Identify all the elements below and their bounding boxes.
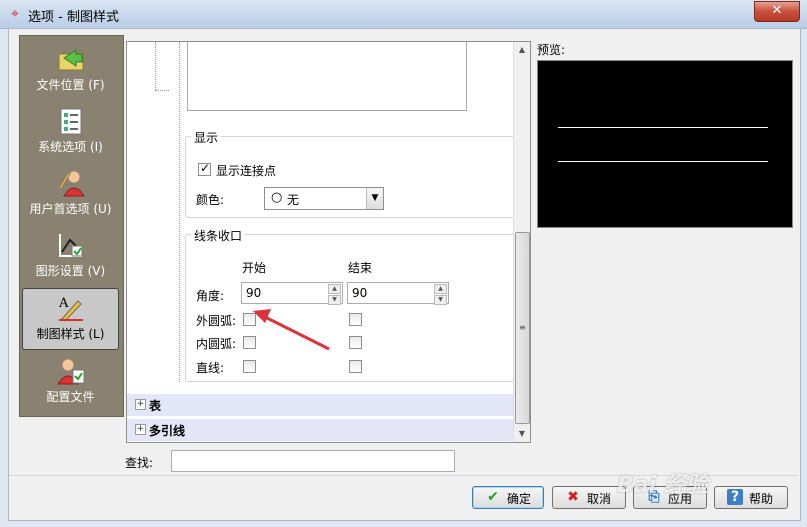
ok-button[interactable]: ✔ 确定 bbox=[472, 486, 544, 509]
folder-arrow-icon bbox=[58, 49, 83, 71]
tree-item-table[interactable]: + 表 bbox=[127, 394, 513, 416]
column-start-label: 开始 bbox=[242, 261, 267, 275]
spin-up-icon[interactable]: ▲ bbox=[328, 284, 341, 294]
ok-label: 确定 bbox=[507, 492, 532, 506]
help-icon: ? bbox=[727, 489, 743, 505]
checklist-icon bbox=[60, 108, 81, 135]
text-area[interactable] bbox=[187, 42, 467, 111]
color-value: 无 bbox=[287, 193, 300, 207]
group-title: 显示 bbox=[191, 129, 222, 146]
watermark: Bai 经验 bbox=[617, 473, 708, 498]
expand-icon[interactable]: + bbox=[135, 399, 146, 410]
sidebar-item-label: 制图样式 (L) bbox=[36, 327, 105, 341]
check-icon: ✔ bbox=[487, 489, 499, 505]
spin-down-icon[interactable]: ▼ bbox=[328, 295, 341, 305]
scroll-thumb[interactable]: ≡ bbox=[515, 232, 530, 424]
angle-end-stepper[interactable]: 90 ▲ ▼ bbox=[347, 282, 449, 305]
close-icon: ✖ bbox=[567, 489, 579, 505]
expand-icon[interactable]: + bbox=[135, 424, 146, 435]
sidebar-item-file-locations[interactable]: 文件位置 (F) bbox=[22, 40, 119, 100]
preview-canvas bbox=[537, 60, 793, 228]
color-circle-icon: ○ bbox=[271, 190, 283, 205]
inner-arc-start-checkbox[interactable] bbox=[243, 336, 256, 349]
color-select[interactable]: ○ 无 ▼ bbox=[264, 187, 384, 210]
sidebar-item-label: 用户首选项 (U) bbox=[29, 202, 112, 216]
grip-icon: ≡ bbox=[519, 323, 526, 332]
inner-arc-label: 内圆弧: bbox=[196, 337, 237, 351]
dialog-body: 文件位置 (F) 系统选项 (I) 用户首选项 (U) 图形设置 (V) A 制… bbox=[8, 28, 801, 521]
user-preferences-icon bbox=[57, 170, 85, 197]
preview-line bbox=[558, 127, 768, 128]
profile-icon bbox=[56, 358, 84, 385]
outer-arc-start-checkbox[interactable] bbox=[243, 313, 256, 326]
search-label: 查找: bbox=[125, 456, 154, 470]
scroll-up-icon[interactable]: ▲ bbox=[514, 42, 530, 58]
column-end-label: 结束 bbox=[348, 261, 373, 275]
tree-line bbox=[179, 42, 180, 382]
close-button[interactable]: ✕ bbox=[754, 1, 800, 22]
outer-arc-label: 外圆弧: bbox=[196, 314, 237, 328]
sidebar-item-graphics-settings[interactable]: 图形设置 (V) bbox=[22, 226, 119, 286]
preview-line bbox=[558, 161, 768, 162]
tree-line bbox=[155, 90, 169, 91]
sidebar-item-label: 系统选项 (I) bbox=[38, 140, 103, 154]
app-icon: ⌖ bbox=[11, 6, 19, 22]
tree-item-label: 表 bbox=[149, 399, 162, 413]
angle-start-value: 90 bbox=[246, 286, 262, 300]
show-connection-points-label: 显示连接点 bbox=[216, 164, 277, 178]
search-input[interactable] bbox=[171, 450, 455, 472]
svg-text:A: A bbox=[58, 296, 69, 311]
line-label: 直线: bbox=[196, 361, 225, 375]
sidebar-item-user-preferences[interactable]: 用户首选项 (U) bbox=[22, 164, 119, 224]
cancel-button[interactable]: ✖ 取消 bbox=[552, 486, 626, 509]
line-start-checkbox[interactable] bbox=[243, 360, 256, 373]
scroll-down-icon[interactable]: ▼ bbox=[514, 426, 530, 442]
show-connection-points-checkbox[interactable] bbox=[198, 161, 211, 176]
cancel-label: 取消 bbox=[587, 492, 612, 506]
angle-label: 角度: bbox=[196, 289, 225, 303]
vertical-scrollbar[interactable]: ▲ ≡ ▼ bbox=[513, 42, 530, 442]
spinner: ▲ ▼ bbox=[328, 284, 341, 305]
sidebar-item-label: 配置文件 bbox=[46, 390, 95, 404]
sidebar-item-label: 文件位置 (F) bbox=[36, 78, 105, 92]
tree-item-multileader[interactable]: + 多引线 bbox=[127, 419, 513, 441]
chevron-down-icon[interactable]: ▼ bbox=[366, 188, 383, 209]
settings-tree-panel[interactable]: 显示 显示连接点 颜色: ○ 无 ▼ 线条收口 开始 结束 角度: 90 ▲ ▼ bbox=[126, 41, 531, 443]
help-label: 帮助 bbox=[749, 492, 774, 506]
group-title: 线条收口 bbox=[191, 227, 246, 244]
drafting-style-icon: A bbox=[58, 296, 83, 322]
color-label: 颜色: bbox=[196, 193, 225, 207]
tree-line bbox=[155, 42, 156, 90]
inner-arc-end-checkbox[interactable] bbox=[349, 336, 362, 349]
close-icon: ✕ bbox=[771, 3, 783, 18]
spin-down-icon[interactable]: ▼ bbox=[434, 295, 447, 305]
help-button[interactable]: ? 帮助 bbox=[714, 486, 788, 509]
spinner: ▲ ▼ bbox=[434, 284, 447, 305]
angle-start-stepper[interactable]: 90 ▲ ▼ bbox=[241, 282, 343, 305]
title-bar: ⌖ 选项 - 制图样式 ✕ bbox=[0, 0, 807, 29]
spin-up-icon[interactable]: ▲ bbox=[434, 284, 447, 294]
line-end-group: 线条收口 开始 结束 角度: 90 ▲ ▼ 90 ▲ ▼ 外圆弧: 内圆弧: 直… bbox=[185, 227, 527, 382]
sidebar-item-system-options[interactable]: 系统选项 (I) bbox=[22, 102, 119, 162]
line-end-checkbox[interactable] bbox=[349, 360, 362, 373]
sidebar-item-label: 图形设置 (V) bbox=[35, 264, 106, 278]
tree-item-label: 多引线 bbox=[149, 424, 186, 438]
sidebar: 文件位置 (F) 系统选项 (I) 用户首选项 (U) 图形设置 (V) A 制… bbox=[19, 35, 124, 417]
outer-arc-end-checkbox[interactable] bbox=[349, 313, 362, 326]
sidebar-item-drafting-style[interactable]: A 制图样式 (L) bbox=[22, 288, 119, 350]
display-group: 显示 显示连接点 颜色: ○ 无 ▼ bbox=[185, 129, 527, 218]
sidebar-item-profile[interactable]: 配置文件 bbox=[22, 352, 119, 412]
graphics-settings-icon bbox=[58, 234, 82, 257]
angle-end-value: 90 bbox=[352, 286, 368, 300]
preview-label: 预览: bbox=[537, 43, 566, 57]
window-title: 选项 - 制图样式 bbox=[28, 10, 119, 25]
